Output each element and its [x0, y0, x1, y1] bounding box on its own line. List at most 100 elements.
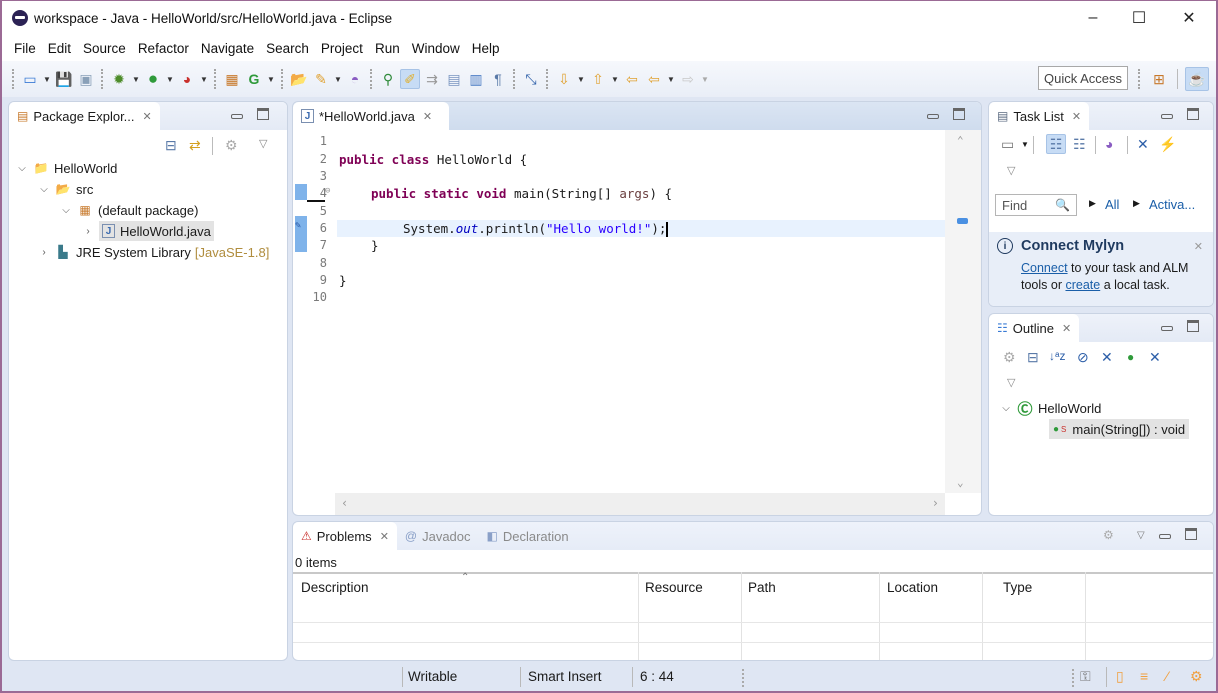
menu-help[interactable]: Help	[466, 41, 506, 56]
new-java-class-icon[interactable]: G	[244, 69, 264, 89]
last-edit-icon[interactable]: ⇦	[622, 69, 642, 89]
column-location[interactable]: Location	[887, 580, 938, 595]
run-dropdown-icon[interactable]: ▼	[165, 69, 175, 89]
back-dropdown-icon[interactable]: ▼	[666, 69, 676, 89]
focus-on-task-icon[interactable]: ⚙	[1103, 528, 1114, 542]
column-description[interactable]: Description	[301, 580, 369, 595]
save-all-icon[interactable]: ▣	[76, 69, 96, 89]
toggle-word-wrap-icon[interactable]: ⇉	[422, 69, 442, 89]
menu-source[interactable]: Source	[77, 41, 132, 56]
tree-item-jre-library[interactable]: › ▙ JRE System Library [JavaSE-1.8]	[37, 242, 269, 262]
class-dropdown-icon[interactable]: ▼	[266, 69, 276, 89]
tree-item-helloworld-java[interactable]: › J HelloWorld.java	[81, 221, 214, 241]
previous-annotation-icon[interactable]: ⇧	[588, 69, 608, 89]
scroll-up-icon[interactable]: ⌃	[957, 134, 964, 147]
close-tab-icon[interactable]: ✕	[423, 110, 432, 123]
view-menu-icon[interactable]: ▽	[1137, 530, 1145, 541]
close-tab-icon[interactable]: ✕	[380, 530, 389, 543]
maximize-view-button[interactable]	[1187, 108, 1199, 123]
code-editor[interactable]: ✎ 1 2 3 4 ⊖ 5 6 7 8 9 10 public class He…	[293, 130, 981, 515]
save-icon[interactable]: 💾	[54, 69, 74, 89]
tree-item-src[interactable]: ⌵ 📂 src	[37, 179, 93, 199]
close-mylyn-icon[interactable]: ✕	[1194, 240, 1203, 253]
menu-window[interactable]: Window	[406, 41, 466, 56]
link-with-editor-icon[interactable]: ⇄	[189, 137, 201, 154]
new-icon[interactable]: ▭	[20, 69, 40, 89]
new-task-icon[interactable]: ▭	[1001, 136, 1014, 153]
run-icon[interactable]: ●	[143, 69, 163, 89]
maximize-button[interactable]: ☐	[1116, 1, 1162, 35]
toggle-annotation-icon[interactable]: ⚲	[378, 69, 398, 89]
close-tab-icon[interactable]: ✕	[143, 110, 152, 123]
scroll-down-icon[interactable]: ⌄	[957, 476, 964, 489]
show-whitespace-icon[interactable]: ▥	[466, 69, 486, 89]
chevron-down-icon[interactable]: ⌵	[59, 205, 73, 216]
column-path[interactable]: Path	[748, 580, 776, 595]
overview-ruler-marker[interactable]	[957, 218, 968, 224]
chevron-right-icon[interactable]: ›	[81, 226, 95, 237]
minimize-button[interactable]: –	[1070, 1, 1116, 35]
previous-annotation-dropdown-icon[interactable]: ▼	[610, 69, 620, 89]
fast-view-icon[interactable]: ⚿	[1080, 668, 1091, 685]
focus-on-task-icon[interactable]: ⚙	[225, 137, 238, 154]
chevron-down-icon[interactable]: ⌵	[15, 163, 29, 174]
next-annotation-dropdown-icon[interactable]: ▼	[576, 69, 586, 89]
scheduled-icon[interactable]: ☷	[1073, 136, 1086, 153]
hide-non-public-icon[interactable]: ●	[1127, 350, 1134, 364]
view-menu-icon[interactable]: ▽	[1007, 376, 1015, 389]
new-dropdown-icon[interactable]: ▼	[42, 69, 52, 89]
maximize-view-button[interactable]	[1187, 320, 1199, 335]
settings-icon[interactable]: ⚙	[1190, 668, 1203, 685]
menu-navigate[interactable]: Navigate	[195, 41, 260, 56]
maximize-view-button[interactable]	[953, 108, 965, 123]
tab-helloworld-java[interactable]: J *HelloWorld.java ✕	[293, 102, 449, 130]
tab-declaration[interactable]: ◧ Declaration	[479, 522, 577, 550]
show-paragraph-icon[interactable]: ¶	[488, 69, 508, 89]
hide-completed-icon[interactable]: ✕	[1137, 136, 1149, 153]
filter-activate-link[interactable]: Activa...	[1149, 197, 1195, 212]
connect-link[interactable]: Connect	[1021, 261, 1068, 275]
horizontal-scrollbar[interactable]: ‹ ›	[335, 493, 945, 515]
debug-icon[interactable]: ✹	[109, 69, 129, 89]
coverage-dropdown-icon[interactable]: ▼	[199, 69, 209, 89]
next-annotation-icon[interactable]: ⇩	[554, 69, 574, 89]
tree-item-default-package[interactable]: ⌵ ▦ (default package)	[59, 200, 198, 220]
minimize-view-button[interactable]	[1161, 320, 1173, 334]
edit-icon[interactable]: ⁄	[1166, 668, 1168, 684]
outline-item-class[interactable]: ⌵ Ⓒ HelloWorld	[999, 398, 1101, 418]
open-type-icon[interactable]: 📂	[289, 69, 309, 89]
toggle-mark-occurrences-icon[interactable]: ✐	[400, 69, 420, 89]
minimize-view-button[interactable]	[1161, 108, 1173, 122]
close-tab-icon[interactable]: ✕	[1072, 110, 1081, 123]
chevron-down-icon[interactable]: ⌵	[999, 403, 1013, 414]
categorized-icon[interactable]: ☷	[1046, 134, 1066, 154]
tab-outline[interactable]: ☷ Outline ✕	[989, 314, 1080, 342]
hide-static-icon[interactable]: ✕	[1101, 349, 1113, 366]
forward-icon[interactable]: ⇨	[678, 69, 698, 89]
quick-access-input[interactable]: Quick Access	[1038, 66, 1128, 90]
menu-project[interactable]: Project	[315, 41, 369, 56]
maximize-view-button[interactable]	[1185, 528, 1197, 543]
scroll-left-icon[interactable]: ‹	[341, 496, 348, 510]
close-tab-icon[interactable]: ✕	[1062, 322, 1071, 335]
outline-item-method[interactable]: ● S main(String[]) : void	[1049, 419, 1190, 439]
minimize-view-button[interactable]	[927, 108, 939, 122]
new-task-dropdown-icon[interactable]: ▼	[1021, 140, 1029, 149]
pin-editor-icon[interactable]: ⤡	[521, 69, 541, 89]
new-java-package-icon[interactable]: ▦	[222, 69, 242, 89]
tab-package-explorer[interactable]: ▤ Package Explor... ✕	[9, 102, 160, 130]
tutorial-icon[interactable]: ≡	[1140, 668, 1148, 684]
minimize-view-button[interactable]	[231, 108, 243, 122]
tab-task-list[interactable]: ▤ Task List ✕	[989, 102, 1090, 130]
hide-local-types-icon[interactable]: ✕	[1149, 349, 1161, 366]
minimize-view-button[interactable]	[1159, 528, 1171, 542]
column-resource[interactable]: Resource	[645, 580, 703, 595]
debug-dropdown-icon[interactable]: ▼	[131, 69, 141, 89]
menu-edit[interactable]: Edit	[42, 41, 77, 56]
collapse-all-icon[interactable]: ⊟	[165, 137, 177, 154]
run-coverage-icon[interactable]: ◕	[177, 69, 197, 89]
collapse-all-icon[interactable]: ⊟	[1027, 349, 1039, 366]
open-perspective-icon[interactable]: ⊞	[1149, 69, 1169, 89]
book-icon[interactable]: ▯	[1116, 668, 1124, 685]
vertical-scrollbar[interactable]: ⌃ ⌄	[945, 130, 981, 493]
